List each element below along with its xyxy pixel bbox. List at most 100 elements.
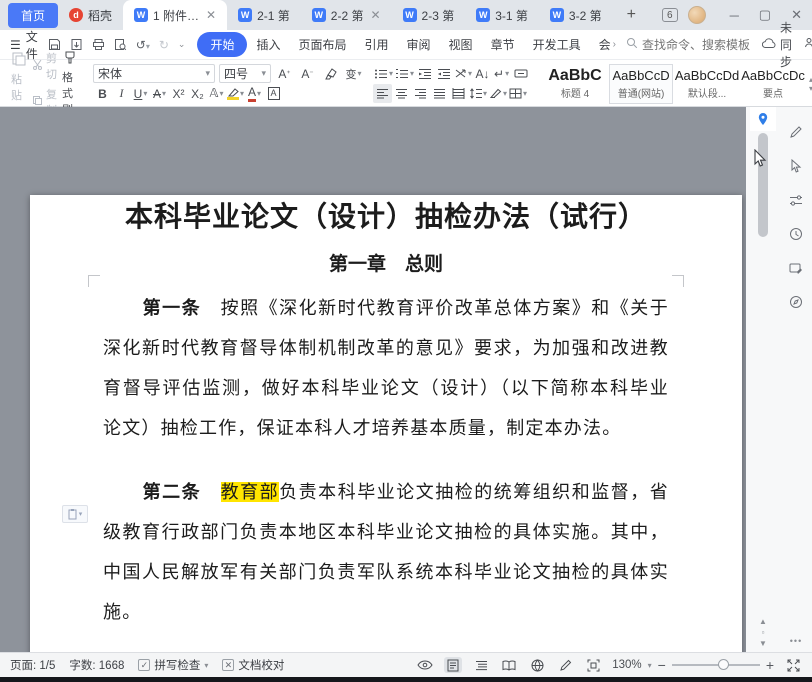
document-tab-4[interactable]: W 2-3 第 xyxy=(392,0,466,30)
font-size-select[interactable]: 四号▾ xyxy=(219,64,271,83)
justify-icon[interactable] xyxy=(430,84,449,103)
comment-card-icon[interactable] xyxy=(787,259,805,277)
print-preview-icon[interactable] xyxy=(114,38,127,51)
outline-view-icon[interactable] xyxy=(472,657,490,673)
style-normal-web[interactable]: AaBbCcD 普通(网站) xyxy=(609,64,673,104)
annotate-pen-icon[interactable] xyxy=(556,657,574,673)
user-avatar[interactable] xyxy=(688,6,706,24)
decrease-font-icon[interactable]: A⁻ xyxy=(298,64,317,83)
previous-page-icon[interactable]: ▲ xyxy=(759,618,767,626)
ribbon-tab-review[interactable]: 审阅 xyxy=(398,32,440,57)
format-painter-button[interactable]: 格式刷 xyxy=(57,63,83,104)
increase-font-icon[interactable]: A⁺ xyxy=(275,64,294,83)
customize-toolbar-icon[interactable]: ⌄ xyxy=(178,39,186,50)
character-scale-icon[interactable]: ▾ xyxy=(453,64,473,83)
zoom-level-value[interactable]: 130% xyxy=(612,659,641,671)
document-title[interactable]: 本科毕业论文（设计）抽检办法（试行） xyxy=(103,195,669,235)
clear-format-icon[interactable] xyxy=(321,64,340,83)
proofread-button[interactable]: ✕ 文档校对 xyxy=(222,657,284,673)
paragraph-mark-icon[interactable]: ↵▾ xyxy=(492,64,511,83)
browse-object-icon[interactable]: ▫ xyxy=(762,629,765,637)
font-name-select[interactable]: 宋体▾ xyxy=(93,64,215,83)
rail-more-dots-icon[interactable]: ••• xyxy=(790,636,802,646)
zoom-chevron-icon[interactable]: ▾ xyxy=(648,661,652,670)
align-right-icon[interactable] xyxy=(411,84,430,103)
edit-pen-icon[interactable] xyxy=(787,123,805,141)
message-count-badge[interactable]: 6 xyxy=(662,8,678,22)
navigate-compass-icon[interactable] xyxy=(787,293,805,311)
paste-options-floatie[interactable]: ▾ xyxy=(62,505,88,523)
document-tab-5[interactable]: W 3-1 第 xyxy=(465,0,539,30)
document-page[interactable]: 本科毕业论文（设计）抽检办法（试行） 第一章 总则 第一条 按照《深化新时代教育… xyxy=(30,195,742,652)
read-mode-icon[interactable] xyxy=(500,657,518,673)
style-key-points[interactable]: AaBbCcDc 要点 xyxy=(741,64,805,104)
paragraph-article-2[interactable]: 第二条 教育部负责本科毕业论文抽检的统筹组织和监督，省级教育行政部门负责本地区本… xyxy=(103,472,669,632)
align-center-icon[interactable] xyxy=(392,84,411,103)
cut-button[interactable]: 剪切 xyxy=(32,50,57,82)
chapter-heading[interactable]: 第一章 总则 xyxy=(103,249,669,276)
redo-icon[interactable]: ↻ xyxy=(159,38,169,52)
collaborate-button[interactable]: 协作 xyxy=(804,28,812,62)
styles-scroll-arrows[interactable]: ▴▾ xyxy=(807,75,812,93)
ribbon-tab-view[interactable]: 视图 xyxy=(440,32,482,57)
page-view-icon[interactable] xyxy=(444,657,462,673)
ribbon-tab-member[interactable]: 会 xyxy=(590,32,613,57)
style-heading4[interactable]: AaBbC 标题 4 xyxy=(543,64,607,104)
close-tab-icon[interactable]: ✕ xyxy=(206,8,216,22)
next-page-icon[interactable]: ▼ xyxy=(759,640,767,648)
select-cursor-icon[interactable] xyxy=(787,157,805,175)
new-tab-button[interactable]: + xyxy=(613,6,650,24)
zoom-out-button[interactable]: − xyxy=(658,657,666,673)
document-tab-3[interactable]: W 2-2 第 ✕ xyxy=(301,0,392,30)
ribbon-tab-home[interactable]: 开始 xyxy=(197,32,247,57)
page-indicator[interactable]: 页面: 1/5 xyxy=(10,657,55,673)
document-tab-6[interactable]: W 3-2 第 xyxy=(539,0,613,30)
character-border-icon[interactable]: A xyxy=(264,84,283,103)
vertical-scrollbar[interactable]: ▲ ▫ ▼ xyxy=(746,107,780,652)
position-pin-button[interactable] xyxy=(750,107,776,131)
tab-overflow-chevron-icon[interactable]: › xyxy=(613,39,616,50)
strikethrough-icon[interactable]: A▾ xyxy=(150,84,169,103)
paste-button[interactable]: 粘贴▾ xyxy=(6,63,32,104)
bullet-list-icon[interactable]: ▾ xyxy=(373,64,394,83)
eye-protect-icon[interactable] xyxy=(416,657,434,673)
ribbon-tab-section[interactable]: 章节 xyxy=(482,32,524,57)
zoom-slider[interactable] xyxy=(672,664,760,666)
text-direction-icon[interactable] xyxy=(511,64,530,83)
decrease-indent-icon[interactable] xyxy=(415,64,434,83)
word-count[interactable]: 字数: 1668 xyxy=(69,657,124,673)
underline-icon[interactable]: U▾ xyxy=(131,84,150,103)
shading-icon[interactable]: ▾ xyxy=(488,84,508,103)
font-color-icon[interactable]: A▾ xyxy=(245,84,264,103)
subscript-icon[interactable]: X₂ xyxy=(188,84,207,103)
italic-icon[interactable]: I xyxy=(112,84,131,103)
undo-icon[interactable]: ↺▾ xyxy=(136,38,150,52)
ribbon-tab-page-layout[interactable]: 页面布局 xyxy=(290,32,356,57)
scroll-page-nav[interactable]: ▲ ▫ ▼ xyxy=(759,618,767,648)
superscript-icon[interactable]: X² xyxy=(169,84,188,103)
align-left-icon[interactable] xyxy=(373,84,392,103)
print-icon[interactable] xyxy=(92,38,105,51)
ribbon-tab-dev-tools[interactable]: 开发工具 xyxy=(524,32,590,57)
history-clock-icon[interactable] xyxy=(787,225,805,243)
adjust-settings-icon[interactable] xyxy=(787,191,805,209)
numbered-list-icon[interactable]: ▾ xyxy=(394,64,415,83)
web-view-icon[interactable] xyxy=(528,657,546,673)
home-button[interactable]: 首页 xyxy=(8,3,58,28)
distribute-icon[interactable] xyxy=(449,84,468,103)
text-effects-icon[interactable]: 𝔸▾ xyxy=(207,84,226,103)
document-canvas[interactable]: 本科毕业论文（设计）抽检办法（试行） 第一章 总则 第一条 按照《深化新时代教育… xyxy=(0,107,746,652)
paragraph-article-1[interactable]: 第一条 按照《深化新时代教育评价改革总体方案》和《关于深化新时代教育督导体制机制… xyxy=(103,288,669,448)
line-spacing-icon[interactable]: ▾ xyxy=(468,84,488,103)
close-tab-icon[interactable]: ✕ xyxy=(370,8,380,22)
ribbon-tab-insert[interactable]: 插入 xyxy=(247,32,289,57)
minimize-button[interactable]: ─ xyxy=(720,8,749,23)
increase-indent-icon[interactable] xyxy=(434,64,453,83)
docer-tab[interactable]: d 稻壳 xyxy=(58,0,123,30)
fullscreen-icon[interactable] xyxy=(784,657,802,673)
phonetic-guide-icon[interactable]: 变▾ xyxy=(344,64,363,83)
ribbon-tab-references[interactable]: 引用 xyxy=(356,32,398,57)
zoom-slider-knob[interactable] xyxy=(718,659,729,670)
sort-icon[interactable]: A↓ xyxy=(473,64,492,83)
document-tab-1[interactable]: W 1 附件… ✕ xyxy=(123,0,227,30)
